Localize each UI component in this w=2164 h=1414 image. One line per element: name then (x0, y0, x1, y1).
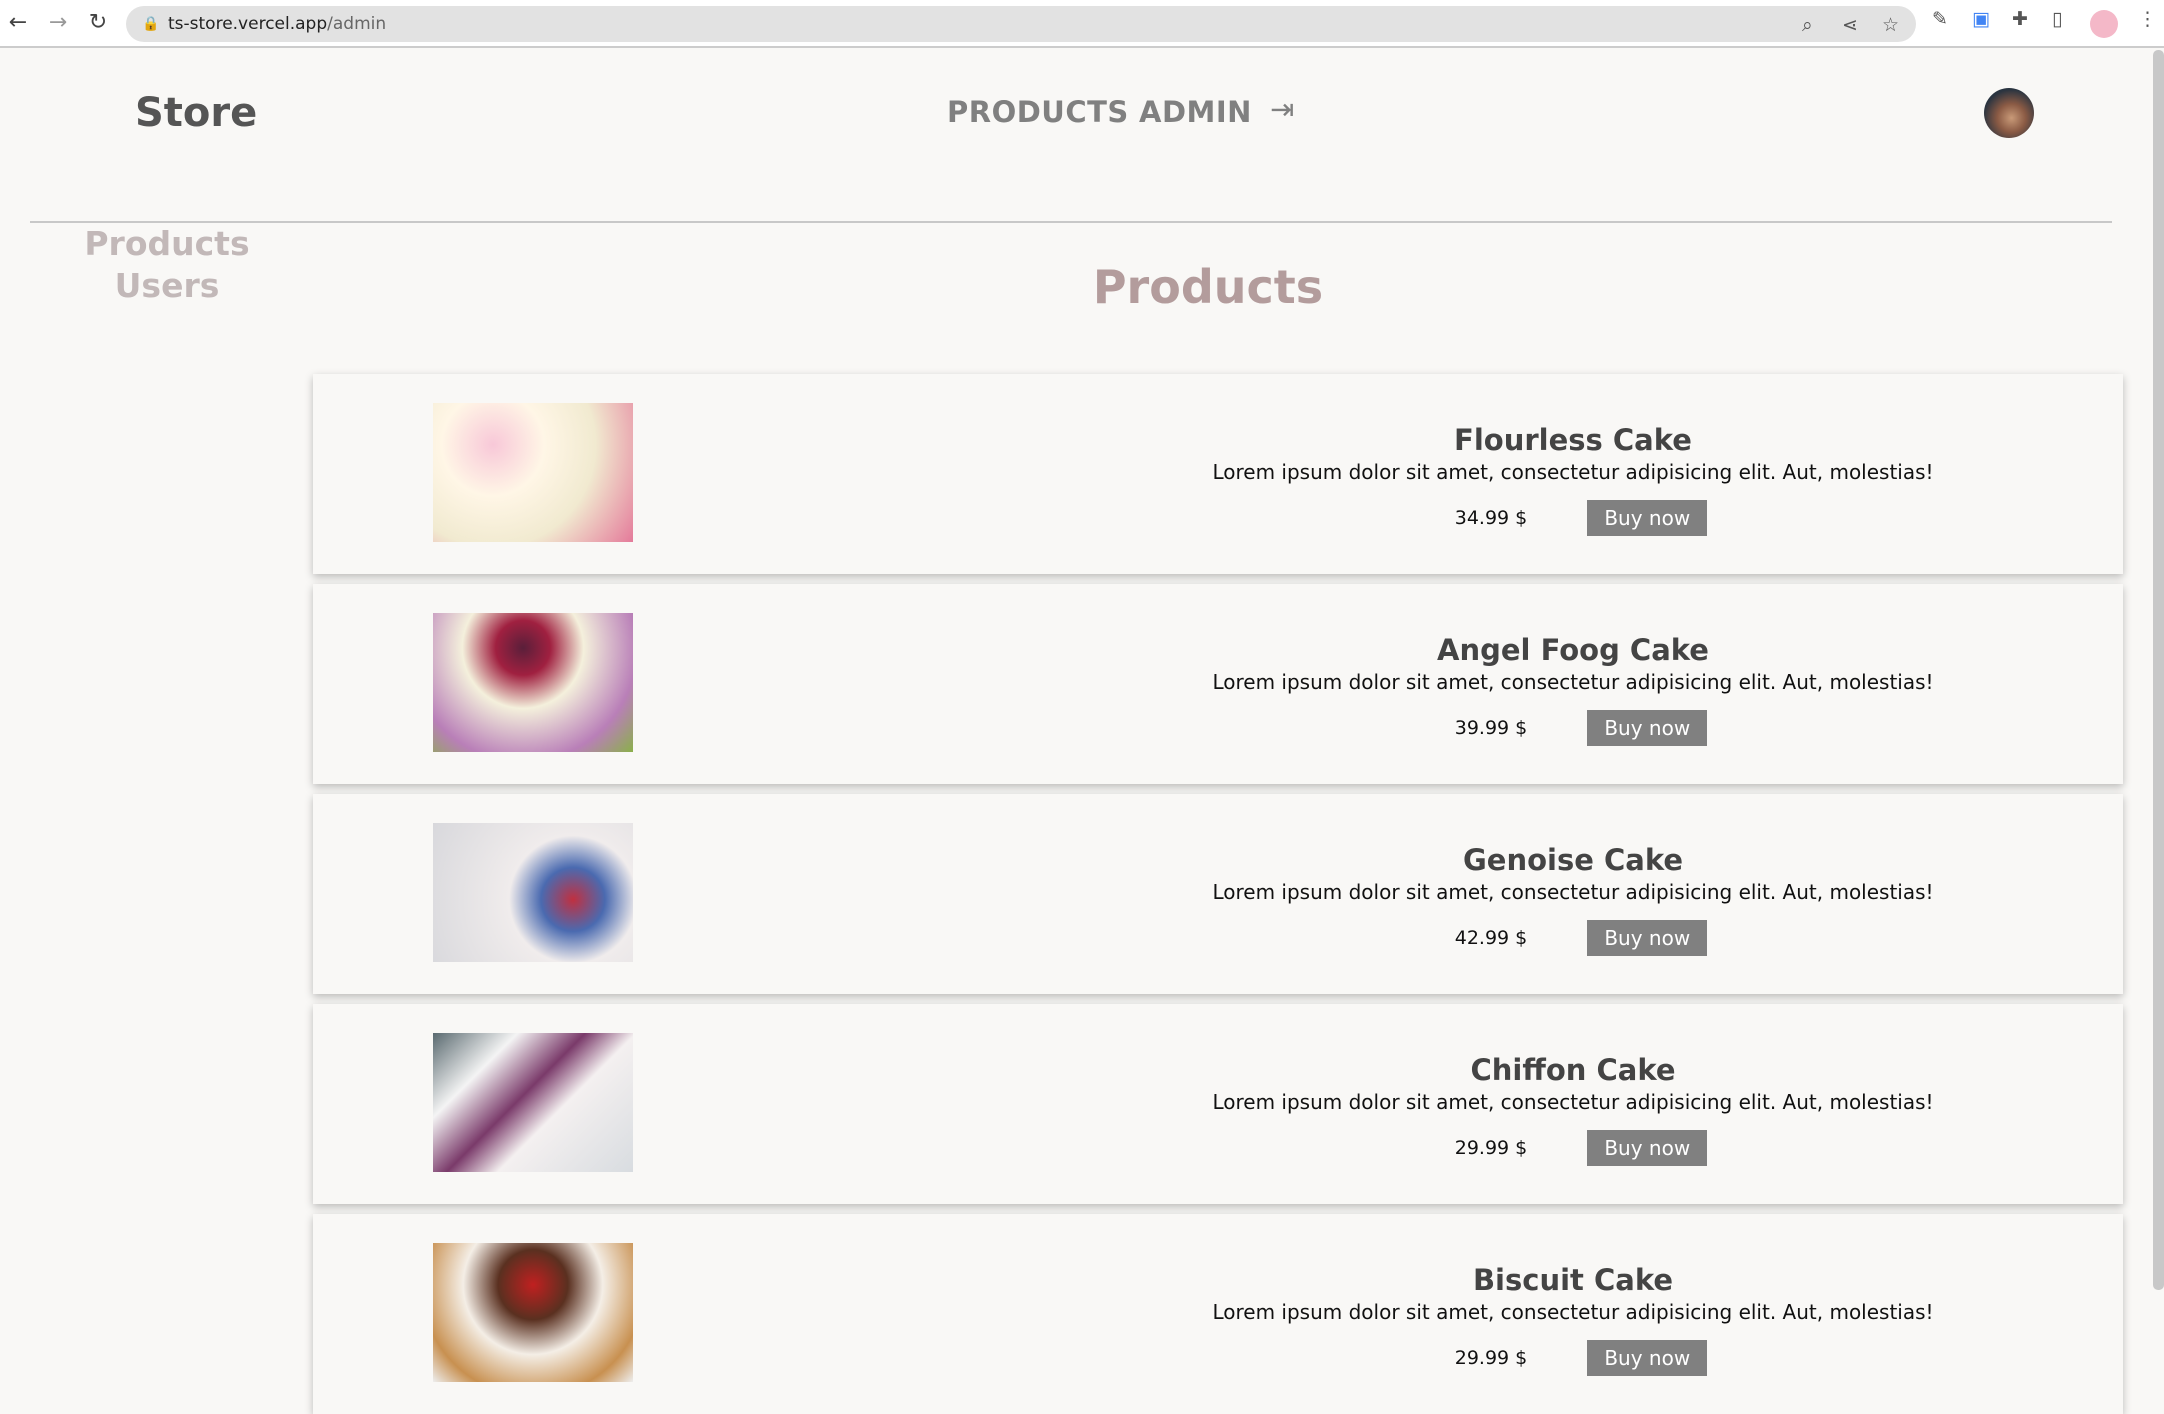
product-name: Flourless Cake (1454, 423, 1692, 457)
reload-icon[interactable]: ↻ (84, 10, 112, 35)
product-description: Lorem ipsum dolor sit amet, consectetur … (1212, 1090, 1934, 1114)
profile-icon[interactable] (2090, 10, 2118, 38)
scrollbar[interactable] (2153, 50, 2164, 1290)
url-path: /admin (327, 14, 387, 34)
product-price: 39.99 $ (1454, 717, 1528, 739)
product-name: Genoise Cake (1462, 843, 1684, 877)
product-description: Lorem ipsum dolor sit amet, consectetur … (1212, 880, 1934, 904)
product-card: Angel Foog Cake Lorem ipsum dolor sit am… (313, 584, 2123, 784)
buy-now-button[interactable]: Buy now (1587, 500, 1708, 536)
star-icon[interactable]: ☆ (1882, 14, 1899, 36)
sidebar-item-products[interactable]: Products (67, 224, 267, 263)
product-price: 42.99 $ (1454, 927, 1528, 949)
translate-icon[interactable]: ▣ (1972, 8, 1990, 30)
buy-now-button[interactable]: Buy now (1587, 710, 1708, 746)
brand-logo[interactable]: Store (135, 90, 257, 136)
product-description: Lorem ipsum dolor sit amet, consectetur … (1212, 670, 1934, 694)
extensions-icon[interactable]: ✚ (2012, 8, 2028, 30)
product-image (433, 1243, 633, 1382)
menu-icon[interactable]: ⋮ (2138, 8, 2157, 30)
nav-admin[interactable]: ADMIN (1139, 95, 1252, 129)
product-name: Angel Foog Cake (1437, 633, 1709, 667)
side-panel-icon[interactable]: ▯ (2052, 8, 2062, 30)
product-card: Chiffon Cake Lorem ipsum dolor sit amet,… (313, 1004, 2123, 1204)
share-icon[interactable]: ⋖ (1842, 14, 1858, 36)
zoom-icon[interactable]: ⌕ (1802, 14, 1813, 36)
product-image (433, 823, 633, 962)
buy-now-button[interactable]: Buy now (1587, 1340, 1708, 1376)
divider (30, 221, 2112, 223)
product-image (433, 403, 633, 542)
product-description: Lorem ipsum dolor sit amet, consectetur … (1212, 460, 1934, 484)
nav-products[interactable]: PRODUCTS (947, 95, 1129, 129)
page-title: Products (1092, 260, 1324, 314)
logout-icon[interactable]: ⇥ (1270, 92, 1295, 126)
forward-icon[interactable]: → (44, 10, 72, 35)
buy-now-button[interactable]: Buy now (1587, 920, 1708, 956)
browser-toolbar: ← → ↻ 🔒 ts-store.vercel.app/admin ⌕ ⋖ ☆ … (0, 0, 2164, 48)
product-name: Biscuit Cake (1472, 1263, 1674, 1297)
product-card: Biscuit Cake Lorem ipsum dolor sit amet,… (313, 1214, 2123, 1414)
address-bar[interactable]: 🔒 ts-store.vercel.app/admin ⌕ ⋖ ☆ (126, 6, 1916, 42)
product-price: 29.99 $ (1454, 1347, 1528, 1369)
buy-now-button[interactable]: Buy now (1587, 1130, 1708, 1166)
product-image (433, 613, 633, 752)
product-card: Flourless Cake Lorem ipsum dolor sit ame… (313, 374, 2123, 574)
product-image (433, 1033, 633, 1172)
avatar[interactable] (1984, 88, 2034, 138)
product-name: Chiffon Cake (1470, 1053, 1676, 1087)
product-description: Lorem ipsum dolor sit amet, consectetur … (1212, 1300, 1934, 1324)
url-host: ts-store.vercel.app (168, 14, 328, 34)
product-price: 34.99 $ (1454, 507, 1528, 529)
product-card: Genoise Cake Lorem ipsum dolor sit amet,… (313, 794, 2123, 994)
eyedropper-icon[interactable]: ✎ (1932, 8, 1948, 30)
back-icon[interactable]: ← (4, 10, 32, 35)
lock-icon: 🔒 (142, 16, 160, 32)
product-price: 29.99 $ (1454, 1137, 1528, 1159)
